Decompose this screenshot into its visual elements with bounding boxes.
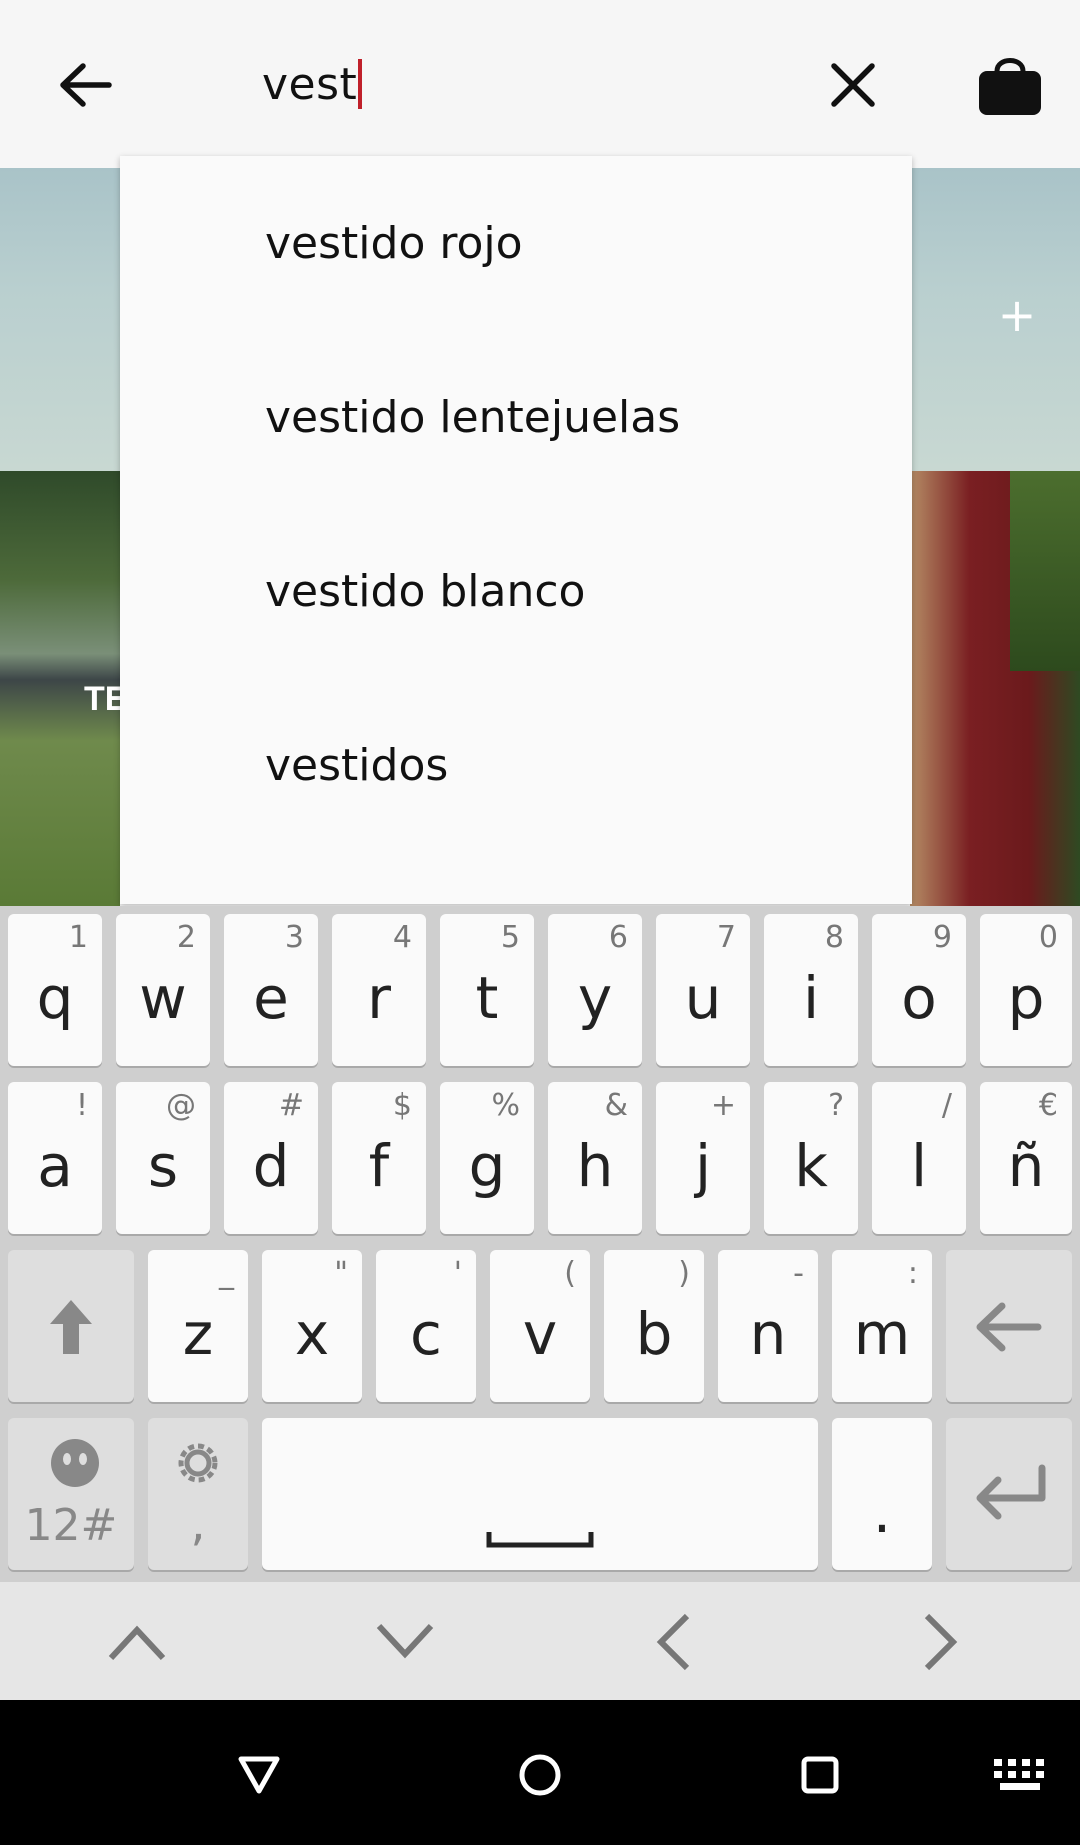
arrow-left-icon xyxy=(60,63,112,107)
cursor-right-button[interactable] xyxy=(896,1604,986,1680)
search-suggestions-dropdown: vestido rojo vestido lentejuelas vestido… xyxy=(120,156,912,904)
system-navigation-bar xyxy=(0,1700,1080,1845)
key-g[interactable]: % g xyxy=(440,1082,534,1234)
system-recents-button[interactable] xyxy=(785,1740,855,1810)
key-c[interactable]: ' c xyxy=(376,1250,476,1402)
key-s[interactable]: @ s xyxy=(116,1082,210,1234)
backspace-key[interactable] xyxy=(946,1250,1072,1402)
key-n[interactable]: -n xyxy=(718,1250,818,1402)
period-label: . xyxy=(872,1478,892,1546)
key-d[interactable]: # d xyxy=(224,1082,318,1234)
key-x[interactable]: " x xyxy=(262,1250,362,1402)
key-v[interactable]: (v xyxy=(490,1250,590,1402)
key-b[interactable]: ) b xyxy=(604,1250,704,1402)
keyboard-switch-button[interactable] xyxy=(985,1740,1055,1810)
cursor-left-button[interactable] xyxy=(628,1604,718,1680)
key-l[interactable]: / l xyxy=(872,1082,966,1234)
key-e[interactable]: 3e xyxy=(224,914,318,1066)
cursor-down-button[interactable] xyxy=(360,1604,450,1680)
key-u[interactable]: 7u xyxy=(656,914,750,1066)
chevron-right-icon xyxy=(924,1613,958,1671)
shift-key[interactable] xyxy=(8,1250,134,1402)
shopping-bag-button[interactable] xyxy=(962,36,1058,132)
shopping-bag-icon xyxy=(979,58,1041,115)
plus-icon[interactable]: + xyxy=(997,292,1037,338)
search-toolbar: vest xyxy=(0,0,1080,168)
keyboard-icon xyxy=(994,1759,1044,1790)
key-y[interactable]: 6y xyxy=(548,914,642,1066)
space-bar[interactable] xyxy=(262,1418,818,1570)
key-i[interactable]: 8i xyxy=(764,914,858,1066)
key-q[interactable]: 1q xyxy=(8,914,102,1066)
key-w[interactable]: 2w xyxy=(116,914,210,1066)
system-back-button[interactable] xyxy=(224,1740,294,1810)
symbols-label: 12# xyxy=(24,1500,118,1551)
search-query-text: vest xyxy=(262,58,358,110)
shift-arrow-icon xyxy=(50,1300,92,1354)
cursor-up-button[interactable] xyxy=(92,1604,182,1680)
key-p[interactable]: 0p xyxy=(980,914,1072,1066)
triangle-back-icon xyxy=(238,1756,280,1794)
key-k[interactable]: ? k xyxy=(764,1082,858,1234)
system-home-button[interactable] xyxy=(505,1740,575,1810)
suggestion-item[interactable]: vestidos xyxy=(120,678,912,852)
soft-keyboard: 1q 2w 3e 4r 5t 6y 7u 8i 9o 0p ! a @ s # d $… xyxy=(0,906,1080,1582)
enter-icon xyxy=(976,1464,1046,1520)
circle-home-icon xyxy=(519,1754,561,1796)
suggestion-item[interactable]: vestido rojo xyxy=(120,156,912,330)
key-o[interactable]: 9o xyxy=(872,914,966,1066)
key-a[interactable]: ! a xyxy=(8,1082,102,1234)
square-recents-icon xyxy=(801,1756,839,1794)
key-h[interactable]: & h xyxy=(548,1082,642,1234)
key-t[interactable]: 5t xyxy=(440,914,534,1066)
period-key[interactable]: . xyxy=(832,1418,932,1570)
chevron-down-icon xyxy=(376,1623,434,1659)
close-icon xyxy=(831,63,875,107)
key-r[interactable]: 4r xyxy=(332,914,426,1066)
backspace-arrow-icon xyxy=(976,1302,1042,1352)
search-input[interactable]: vest xyxy=(262,48,782,120)
key-f[interactable]: $ f xyxy=(332,1082,426,1234)
gear-icon xyxy=(178,1443,218,1483)
symbols-key[interactable]: 12# xyxy=(8,1418,134,1570)
suggestion-item[interactable]: vestido lentejuelas xyxy=(120,330,912,504)
foliage-decoration xyxy=(1010,471,1080,671)
space-bar-icon xyxy=(486,1532,594,1548)
enter-key[interactable] xyxy=(946,1418,1072,1570)
text-cursor xyxy=(358,59,363,109)
key-m[interactable]: :m xyxy=(832,1250,932,1402)
clear-search-button[interactable] xyxy=(808,40,898,130)
back-button[interactable] xyxy=(40,40,130,130)
emoji-icon xyxy=(51,1439,99,1487)
settings-comma-key[interactable]: , xyxy=(148,1418,248,1570)
chevron-up-icon xyxy=(108,1625,166,1661)
comma-label: , xyxy=(190,1496,206,1552)
suggestion-item[interactable]: vestido blanco xyxy=(120,504,912,678)
key-z[interactable]: _ z xyxy=(148,1250,248,1402)
cursor-navigation-bar xyxy=(0,1582,1080,1700)
key-j[interactable]: + j xyxy=(656,1082,750,1234)
chevron-left-icon xyxy=(656,1613,690,1671)
key-n-tilde[interactable]: € ñ xyxy=(980,1082,1072,1234)
